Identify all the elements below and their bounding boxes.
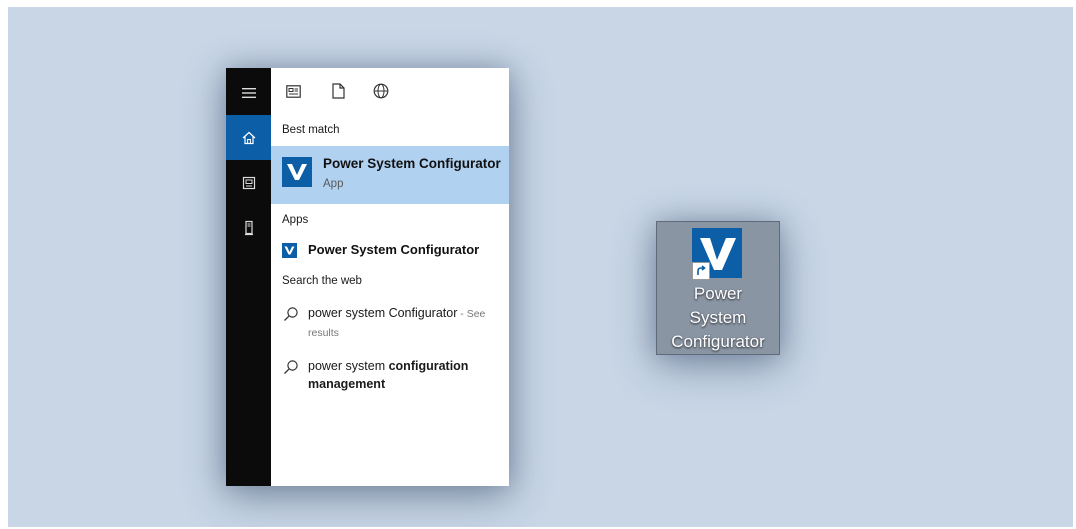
web-globe-icon[interactable]: [372, 82, 390, 100]
apps-result-item[interactable]: Power System Configurator: [271, 239, 509, 263]
apps-header: Apps: [282, 214, 309, 226]
search-icon: [284, 360, 298, 374]
desktop-icon-label: Power System Configurator: [671, 284, 765, 351]
search-results-pane: Best match Power System Configurator App…: [271, 68, 509, 486]
web-result-2[interactable]: power system configuration management: [271, 357, 509, 397]
start-rail: [226, 68, 271, 486]
desktop-shortcut-power-system-configurator[interactable]: Power System Configurator: [656, 221, 780, 355]
tower-icon[interactable]: [226, 205, 271, 250]
best-match-result[interactable]: Power System Configurator App: [271, 146, 509, 204]
best-match-header: Best match: [282, 124, 340, 136]
desktop-background: Best match Power System Configurator App…: [8, 7, 1073, 527]
best-match-subtitle: App: [323, 178, 344, 190]
best-match-title: Power System Configurator: [323, 156, 501, 171]
apps-result-title: Power System Configurator: [308, 242, 480, 257]
filter-bar: [271, 68, 509, 114]
start-search-panel: Best match Power System Configurator App…: [226, 68, 509, 486]
power-system-configurator-small-icon: [282, 243, 297, 258]
power-system-configurator-app-icon: [282, 157, 312, 187]
hamburger-menu-icon[interactable]: [226, 70, 271, 115]
apps-filter-icon[interactable]: [284, 82, 302, 100]
documents-icon[interactable]: [226, 160, 271, 205]
web-result-1[interactable]: power system Configurator - See results: [271, 304, 509, 344]
search-web-header: Search the web: [282, 275, 362, 287]
document-filter-icon[interactable]: [329, 82, 347, 100]
web-result-2-text: power system configuration management: [308, 359, 469, 391]
shortcut-arrow-icon: [692, 262, 710, 280]
search-icon: [284, 307, 298, 321]
web-result-1-text: power system Configurator - See results: [308, 306, 486, 339]
home-icon[interactable]: [226, 115, 271, 160]
